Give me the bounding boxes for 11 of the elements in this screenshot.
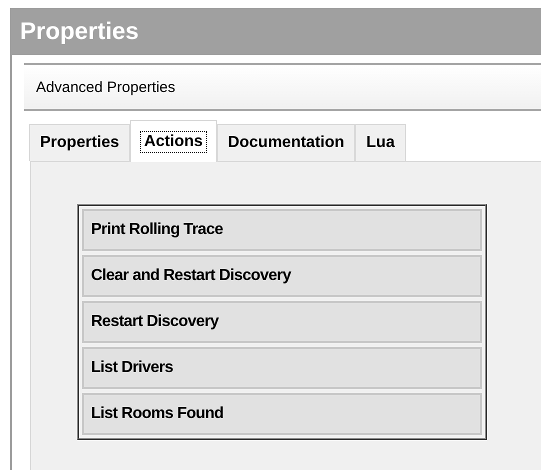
tab[interactable]: Actions [130,120,217,162]
tab[interactable]: Properties [29,124,130,161]
action-button[interactable]: Restart Discovery [82,301,482,343]
window-title: Properties [12,8,541,55]
section-header: Advanced Properties [24,63,541,111]
action-button[interactable]: Clear and Restart Discovery [82,255,482,297]
tab[interactable]: Lua [355,124,406,161]
action-button[interactable]: List Drivers [82,347,482,389]
tab[interactable]: Documentation [216,124,356,161]
action-button[interactable]: List Rooms Found [82,393,482,435]
action-button[interactable]: Print Rolling Trace [82,209,482,251]
